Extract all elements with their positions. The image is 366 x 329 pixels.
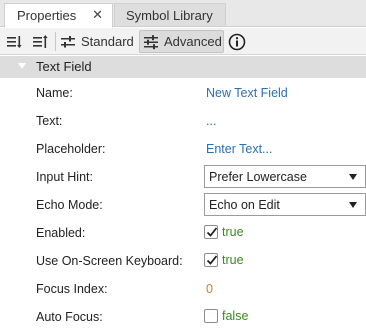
- info-icon: [228, 33, 246, 50]
- sort-descending-icon: [33, 34, 48, 48]
- property-label: Use On-Screen Keyboard:: [36, 254, 183, 268]
- section-text-field[interactable]: Text Field: [0, 56, 366, 78]
- property-row-text: Text: ...: [0, 107, 366, 135]
- chevron-down-icon[interactable]: [18, 63, 26, 69]
- property-label: Text:: [36, 114, 63, 128]
- property-label: Focus Index:: [36, 282, 108, 296]
- properties-toolbar: Standard Advanced: [0, 28, 366, 55]
- property-row-enabled: Enabled: true: [0, 219, 366, 247]
- sliders-icon: [61, 35, 75, 47]
- toolbar-divider: [55, 32, 56, 51]
- text-value-link[interactable]: ...: [206, 114, 216, 128]
- input-hint-select[interactable]: Prefer Lowercase: [204, 165, 366, 188]
- auto-focus-checkbox[interactable]: [204, 309, 218, 323]
- advanced-button[interactable]: Advanced: [139, 30, 224, 53]
- sort-ascending-button[interactable]: [6, 30, 26, 53]
- tab-symbol-library-label: Symbol Library: [126, 7, 213, 23]
- standard-button[interactable]: Standard: [60, 30, 136, 53]
- property-label: Echo Mode:: [36, 198, 103, 212]
- sort-ascending-icon: [7, 35, 22, 48]
- caret-down-icon: [349, 174, 357, 180]
- tab-properties[interactable]: Properties ✕: [4, 3, 113, 28]
- enabled-checkbox[interactable]: [204, 225, 218, 239]
- on-screen-keyboard-checkbox[interactable]: [204, 253, 218, 267]
- property-row-placeholder: Placeholder: Enter Text...: [0, 135, 366, 163]
- property-row-focus-index: Focus Index: 0: [0, 275, 366, 303]
- property-label: Enabled:: [36, 226, 86, 240]
- advanced-label: Advanced: [164, 34, 222, 49]
- echo-mode-select[interactable]: Echo on Edit: [204, 193, 366, 216]
- property-label: Placeholder:: [36, 142, 106, 156]
- property-row-name: Name: New Text Field: [0, 79, 366, 107]
- property-row-on-screen-keyboard: Use On-Screen Keyboard: true: [0, 247, 366, 275]
- select-value: Echo on Edit: [209, 198, 280, 212]
- property-label: Name:: [36, 86, 73, 100]
- checkmark-icon: [206, 255, 218, 265]
- sort-descending-button[interactable]: [32, 30, 52, 53]
- info-button[interactable]: [228, 30, 248, 53]
- on-screen-keyboard-value: true: [222, 253, 244, 267]
- tab-symbol-library[interactable]: Symbol Library: [114, 3, 226, 27]
- auto-focus-value: false: [222, 309, 249, 323]
- property-row-echo-mode: Echo Mode: Echo on Edit: [0, 191, 366, 219]
- focus-index-value[interactable]: 0: [206, 282, 213, 296]
- select-value: Prefer Lowercase: [209, 170, 307, 184]
- sliders-icon: [144, 34, 158, 49]
- caret-down-icon: [349, 202, 357, 208]
- standard-label: Standard: [81, 34, 134, 49]
- property-row-auto-focus: Auto Focus: false: [0, 303, 366, 329]
- enabled-value: true: [222, 225, 244, 239]
- name-value-link[interactable]: New Text Field: [206, 86, 288, 100]
- property-label: Auto Focus:: [36, 310, 103, 324]
- property-row-input-hint: Input Hint: Prefer Lowercase: [0, 163, 366, 191]
- property-label: Input Hint:: [36, 170, 93, 184]
- checkmark-icon: [206, 227, 218, 237]
- close-icon[interactable]: ✕: [92, 7, 103, 23]
- section-title: Text Field: [36, 59, 92, 74]
- placeholder-value-link[interactable]: Enter Text...: [206, 142, 272, 156]
- tab-bar: Properties ✕ Symbol Library: [0, 0, 366, 28]
- tab-properties-label: Properties: [17, 8, 77, 23]
